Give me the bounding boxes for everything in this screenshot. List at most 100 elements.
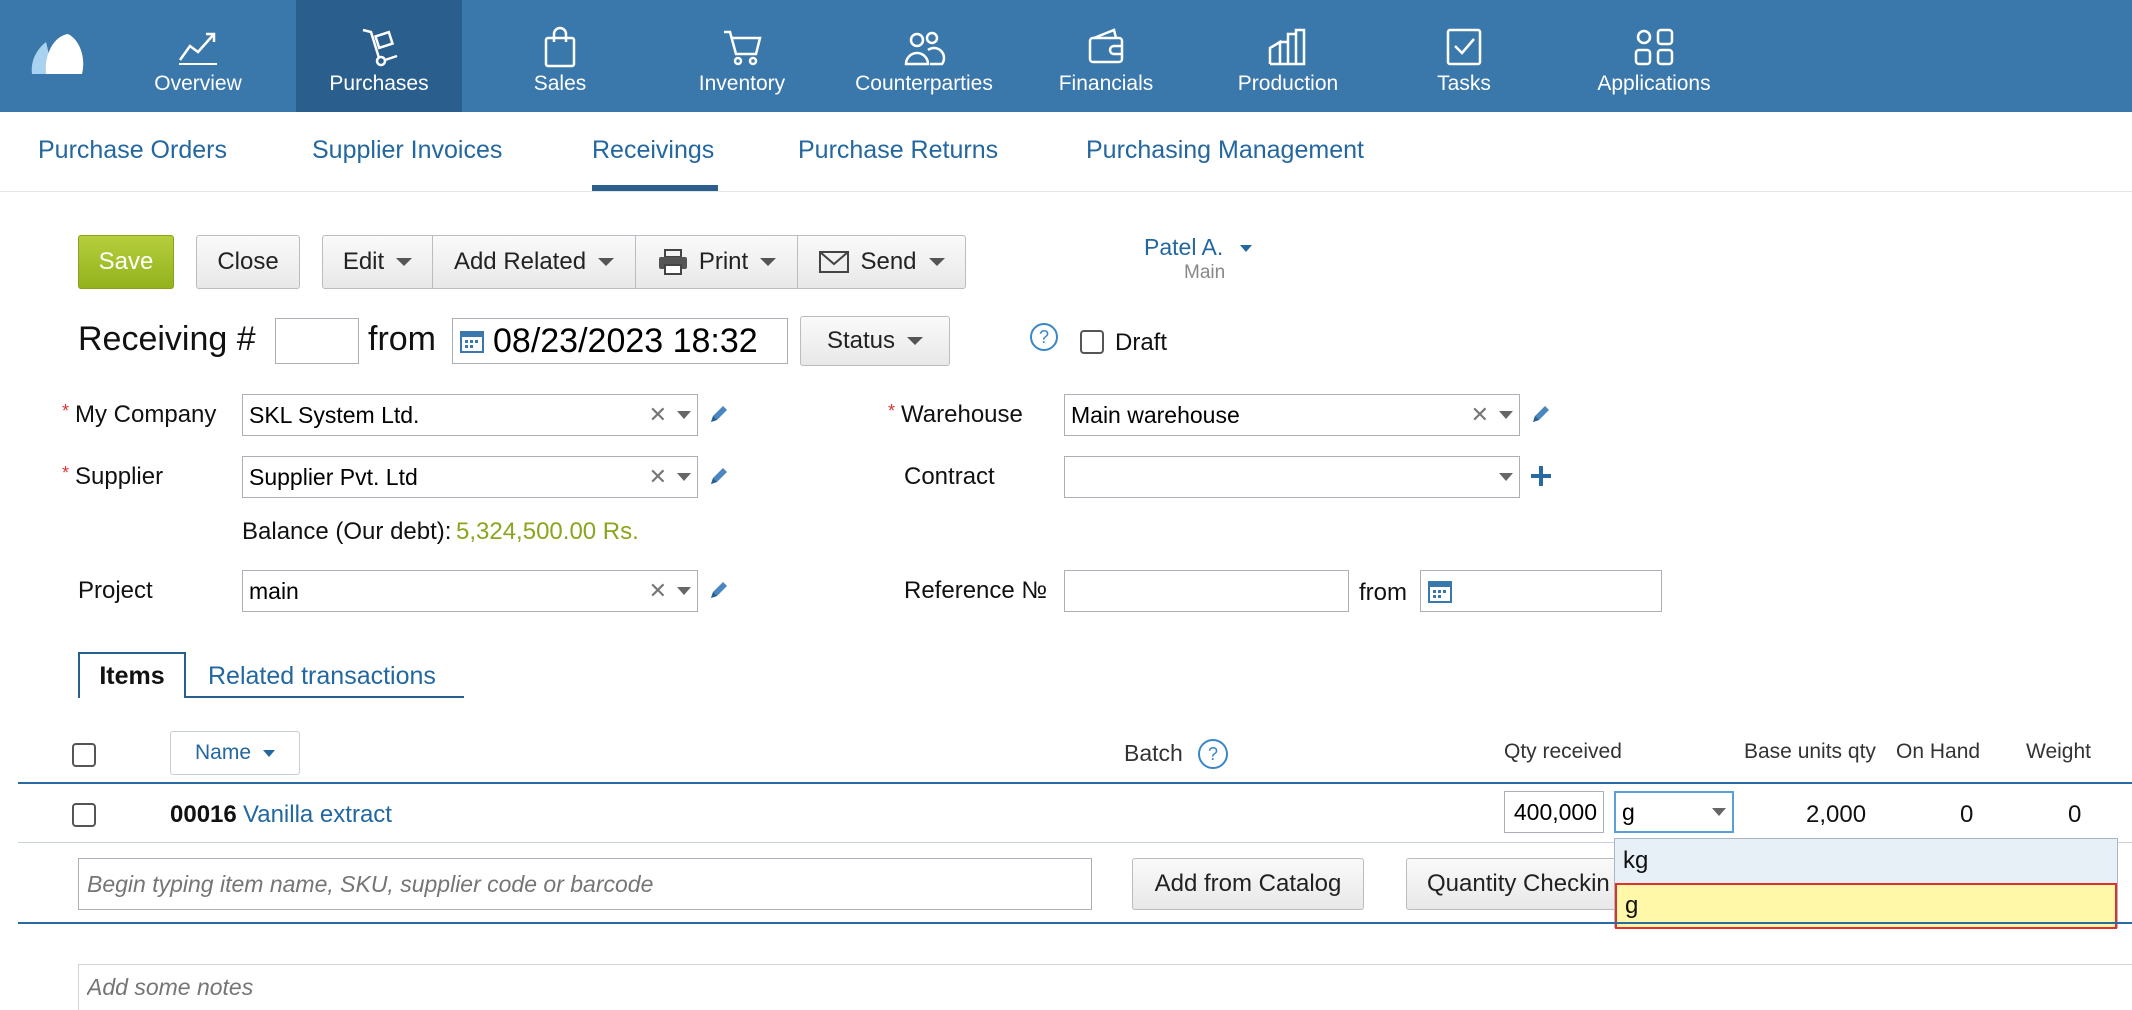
project-label: Project [78,577,153,604]
chevron-down-icon [760,258,777,266]
base-units-qty-value: 2,000 [1806,801,1867,828]
unit-select[interactable]: g [1614,791,1734,833]
help-icon[interactable]: ? [1198,739,1228,769]
table-header-divider [18,782,2132,784]
project-select[interactable]: main ✕ [242,570,698,612]
shopping-bag-icon [544,26,576,68]
printer-icon [658,249,687,275]
nav-item-inventory[interactable]: Inventory [662,0,822,112]
nav-item-production[interactable]: Production [1208,0,1368,112]
nav-label: Counterparties [855,72,993,95]
subtab-purchase-orders[interactable]: Purchase Orders [38,136,227,165]
item-name-link[interactable]: Vanilla extract [243,801,392,829]
clear-icon[interactable]: ✕ [649,402,667,428]
edit-button[interactable]: Edit [323,236,433,288]
nav-label: Tasks [1437,72,1491,95]
required-marker: * [888,401,896,421]
chevron-down-icon[interactable] [1499,411,1513,419]
nav-label: Overview [154,72,242,95]
clear-icon[interactable]: ✕ [1471,402,1489,428]
user-selector[interactable]: Patel A. [1144,234,1252,261]
toolbar-button-group: Edit Add Related Print Send [322,235,966,289]
add-from-catalog-button[interactable]: Add from Catalog [1132,858,1364,910]
nav-item-purchases[interactable]: Purchases [296,0,462,112]
apps-grid-icon [1634,28,1674,66]
my-company-label-text: My Company [75,401,217,428]
notes-input[interactable] [78,964,2132,1010]
pencil-icon[interactable] [708,465,730,487]
chevron-down-icon [263,749,276,757]
add-icon[interactable] [1530,465,1552,487]
warehouse-select[interactable]: Main warehouse ✕ [1064,394,1520,436]
supplier-select[interactable]: Supplier Pvt. Ltd ✕ [242,456,698,498]
pencil-icon[interactable] [1530,403,1552,425]
date-input[interactable]: 08/23/2023 18:32 [452,318,788,364]
weight-header: Weight [2026,740,2091,763]
nav-item-sales[interactable]: Sales [480,0,640,112]
help-icon[interactable]: ? [1030,323,1058,351]
my-company-label: * My Company [62,401,216,429]
required-marker: * [62,463,70,483]
chevron-down-icon [598,258,615,266]
subtab-purchase-returns[interactable]: Purchase Returns [798,136,998,165]
qty-received-input[interactable]: 400,000 [1504,791,1604,833]
tab-items[interactable]: Items [78,652,186,698]
tab-related-transactions[interactable]: Related transactions [208,662,436,691]
select-all-checkbox[interactable] [72,743,96,767]
subtab-purchasing-management[interactable]: Purchasing Management [1086,136,1364,165]
reference-date-input[interactable] [1420,570,1662,612]
unit-option-kg[interactable]: kg [1615,839,2117,883]
contract-select[interactable] [1064,456,1520,498]
nav-item-financials[interactable]: Financials [1026,0,1186,112]
chevron-down-icon[interactable] [677,587,691,595]
balance-value: 5,324,500.00 Rs. [456,518,639,545]
send-label: Send [860,248,917,275]
top-navigation-bar: Overview Purchases Sales Inventory Count… [0,0,2132,112]
row-checkbox[interactable] [72,803,96,827]
nav-label: Sales [533,72,587,95]
nav-item-applications[interactable]: Applications [1570,0,1738,112]
factory-icon [1268,28,1306,66]
chevron-down-icon[interactable] [677,411,691,419]
chevron-down-icon [396,258,413,266]
quantity-checking-button[interactable]: Quantity Checkin [1406,858,1614,910]
qty-received-header: Qty received [1504,740,1622,763]
warehouse-label-text: Warehouse [901,401,1023,428]
nav-item-counterparties[interactable]: Counterparties [844,0,1004,112]
receiving-number-input[interactable] [275,318,359,364]
warehouse-label: * Warehouse [888,401,1023,429]
my-company-select[interactable]: SKL System Ltd. ✕ [242,394,698,436]
chevron-down-icon[interactable] [1712,808,1726,816]
from-label: from [368,320,436,358]
add-related-button[interactable]: Add Related [433,236,636,288]
app-logo-icon[interactable] [28,30,86,76]
name-sort-button[interactable]: Name [170,731,300,775]
items-bottom-divider [18,922,2132,924]
required-marker: * [62,401,70,421]
item-search-input[interactable] [78,858,1092,910]
chevron-down-icon[interactable] [1499,473,1513,481]
print-label: Print [698,248,749,275]
nav-label: Production [1237,72,1339,95]
pencil-icon[interactable] [708,403,730,425]
draft-checkbox[interactable] [1080,330,1104,354]
nav-item-overview[interactable]: Overview [118,0,278,112]
wallet-icon [1088,28,1124,64]
subtab-supplier-invoices[interactable]: Supplier Invoices [312,136,502,165]
clear-icon[interactable]: ✕ [649,464,667,490]
save-button[interactable]: Save [78,235,174,289]
supplier-label: * Supplier [62,463,163,491]
reference-input[interactable] [1064,570,1349,612]
batch-header: Batch [1124,740,1183,766]
chevron-down-icon[interactable] [677,473,691,481]
pencil-icon[interactable] [708,579,730,601]
subtab-receivings[interactable]: Receivings [592,136,714,165]
send-button[interactable]: Send [798,236,965,288]
nav-label: Financials [1058,72,1154,95]
close-button[interactable]: Close [196,235,300,289]
nav-item-tasks[interactable]: Tasks [1390,0,1538,112]
clear-icon[interactable]: ✕ [649,578,667,604]
print-button[interactable]: Print [636,236,798,288]
hand-truck-icon [362,28,398,67]
status-dropdown[interactable]: Status [800,316,950,366]
